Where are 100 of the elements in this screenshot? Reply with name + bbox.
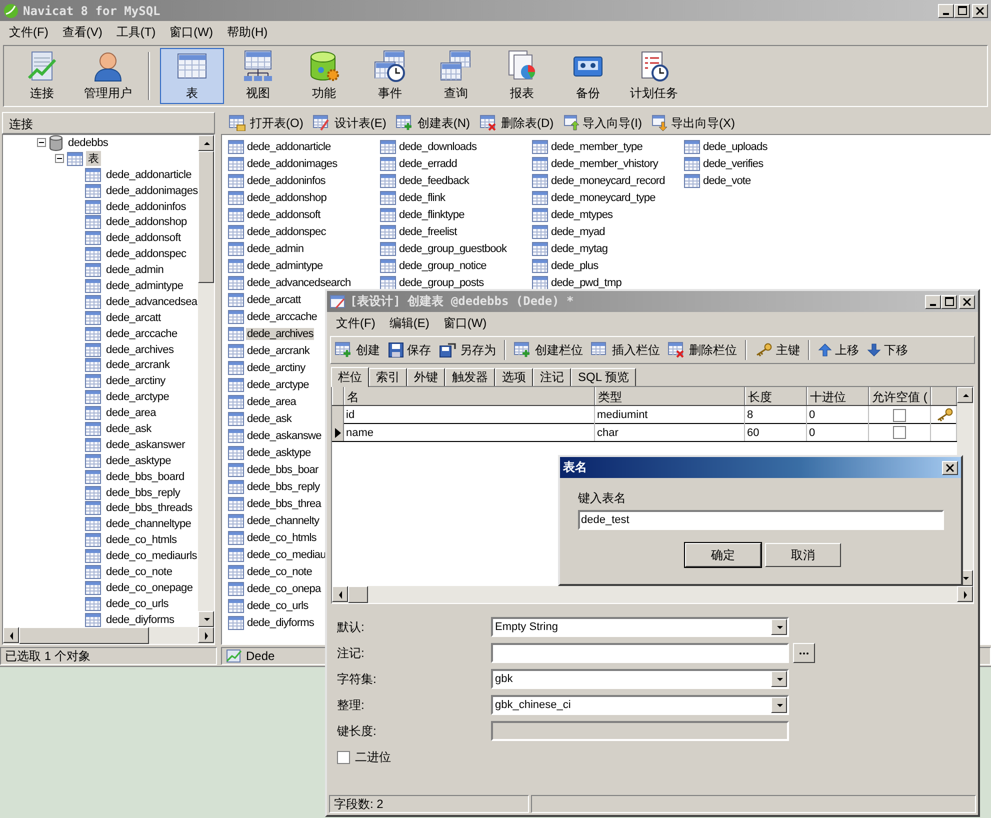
list-item[interactable]: dede_pwd_tmp — [550, 276, 622, 288]
allow-null-checkbox[interactable] — [893, 408, 906, 422]
tree-item[interactable]: dede_addonshop — [104, 216, 189, 228]
toolbar-button[interactable]: 表 — [160, 48, 224, 104]
list-item[interactable]: dede_co_urls — [246, 600, 310, 612]
list-item[interactable]: dede_co_htmls — [246, 532, 318, 544]
menu-item[interactable]: 查看(V) — [55, 24, 110, 40]
tab[interactable]: 索引 — [369, 368, 407, 386]
list-item[interactable]: dede_group_guestbook — [398, 242, 508, 254]
list-item[interactable]: dede_group_notice — [398, 260, 488, 272]
toolbar-button[interactable]: 保存 — [388, 342, 431, 358]
tree-item[interactable]: dede_diyforms — [104, 614, 176, 626]
horizontal-scrollbar[interactable] — [3, 627, 214, 644]
scroll-left-button[interactable] — [3, 627, 19, 643]
list-item[interactable]: dede_asktype — [246, 446, 312, 458]
list-item[interactable]: dede_bbs_threa — [246, 498, 322, 510]
list-item[interactable]: dede_erradd — [398, 158, 458, 170]
toolbar-button[interactable]: 上移 — [818, 342, 859, 358]
list-item[interactable]: dede_arctiny — [246, 362, 306, 374]
list-item[interactable]: dede_channelty — [246, 514, 320, 526]
list-item[interactable]: dede_mtypes — [550, 208, 614, 220]
list-item[interactable]: dede_co_onepa — [246, 582, 322, 594]
tree-item[interactable]: dede_addoninfos — [104, 200, 188, 212]
list-item[interactable]: dede_addonsoft — [246, 208, 322, 220]
dropdown-field[interactable]: gbk — [491, 669, 789, 689]
tree-item[interactable]: dede_bbs_board — [104, 470, 186, 483]
tree-item[interactable]: dede_bbs_reply — [104, 486, 182, 499]
toolbar-button[interactable]: 报表 — [490, 48, 554, 104]
tab[interactable]: 外键 — [407, 368, 445, 386]
toolbar-button[interactable]: 创建栏位 — [514, 342, 583, 358]
menu-item[interactable]: 窗口(W) — [162, 24, 220, 40]
tab[interactable]: 注记 — [533, 368, 571, 386]
tree-item[interactable]: dede_co_note — [104, 566, 174, 578]
list-item[interactable]: dede_moneycard_type — [550, 192, 656, 204]
tree-item[interactable]: dede_addonimages — [104, 184, 198, 197]
list-item[interactable]: dede_area — [246, 396, 298, 408]
list-item[interactable]: dede_advancedsearch — [246, 276, 352, 288]
tree-item[interactable]: dede_archives — [104, 344, 176, 356]
tree-item[interactable]: dede_arctiny — [104, 375, 168, 388]
close-button[interactable] — [959, 294, 975, 308]
list-item[interactable]: dede_vote — [702, 174, 752, 186]
maximize-button[interactable] — [954, 4, 970, 18]
dropdown-field[interactable]: Empty String — [491, 617, 789, 637]
tree-item[interactable]: dede_bbs_threads — [104, 502, 194, 514]
close-button[interactable] — [972, 4, 988, 18]
toolbar-button[interactable]: 插入栏位 — [591, 342, 660, 358]
toolbar-button[interactable]: 删除表(D) — [480, 114, 554, 132]
tree-item[interactable]: dede_asktype — [104, 454, 173, 467]
maximize-button[interactable] — [941, 294, 957, 308]
browse-button[interactable] — [793, 643, 815, 663]
list-item[interactable]: dede_uploads — [702, 140, 768, 152]
list-item[interactable]: dede_addoninfos — [246, 174, 326, 186]
list-item[interactable]: dede_arccache — [246, 310, 318, 322]
tree-item[interactable]: dede_arctype — [104, 391, 172, 404]
toolbar-button[interactable]: 计划任务 — [622, 48, 686, 104]
menu-item[interactable]: 编辑(E) — [382, 314, 436, 332]
tab[interactable]: 触发器 — [445, 368, 495, 386]
toolbar-button[interactable]: 功能 — [292, 48, 356, 104]
list-item[interactable]: dede_member_vhistory — [550, 158, 659, 170]
list-item[interactable]: dede_group_posts — [398, 276, 485, 288]
list-item[interactable]: dede_diyforms — [246, 616, 315, 628]
vertical-scrollbar[interactable] — [198, 135, 214, 627]
tree-item[interactable]: dede_ask — [104, 422, 154, 435]
list-item[interactable]: dede_mytag — [550, 242, 609, 254]
input-field[interactable] — [491, 643, 789, 663]
list-item[interactable]: dede_ask — [246, 412, 293, 424]
column-header[interactable]: 名 — [344, 387, 595, 405]
toolbar-button[interactable]: 另存为 — [439, 342, 496, 358]
tree-item[interactable]: dede_arcrank — [104, 359, 172, 372]
toolbar-button[interactable]: 设计表(E) — [313, 114, 386, 132]
toolbar-button[interactable]: 导出向导(X) — [652, 114, 735, 132]
toolbar-button[interactable]: 备份 — [556, 48, 620, 104]
list-item[interactable]: dede_archives — [246, 328, 314, 340]
tree-item[interactable]: dede_co_mediaurls — [104, 550, 198, 562]
list-item[interactable]: dede_arcatt — [246, 294, 302, 306]
list-item[interactable]: dede_addonshop — [246, 192, 328, 204]
toolbar-button[interactable]: 导入向导(I) — [564, 114, 642, 132]
list-item[interactable]: dede_addonspec — [246, 226, 327, 238]
list-item[interactable]: dede_co_mediau — [246, 548, 327, 560]
column-header[interactable]: 类型 — [595, 387, 745, 405]
toolbar-button[interactable]: 查询 — [424, 48, 488, 104]
list-item[interactable]: dede_addonarticle — [246, 140, 332, 152]
column-header[interactable]: 十进位 — [807, 387, 869, 405]
list-item[interactable]: dede_addonimages — [246, 158, 338, 170]
list-item[interactable]: dede_myad — [550, 226, 606, 238]
scroll-thumb[interactable] — [198, 151, 214, 283]
toolbar-button[interactable]: 创建表(N) — [396, 114, 470, 132]
column-header[interactable]: 允许空值 ( — [869, 387, 931, 405]
tree-item[interactable]: dede_co_urls — [104, 598, 170, 610]
list-item[interactable]: dede_downloads — [398, 140, 478, 152]
tree-item[interactable]: dede_askanswer — [104, 438, 187, 451]
list-item[interactable]: dede_arcrank — [246, 344, 310, 356]
minimize-button[interactable] — [925, 294, 941, 308]
toolbar-button[interactable]: 主键 — [755, 342, 800, 358]
row-marker[interactable] — [332, 424, 344, 441]
tree-item[interactable]: dede_arcatt — [104, 312, 163, 324]
toolbar-button[interactable]: 打开表(O) — [229, 114, 304, 132]
menu-item[interactable]: 文件(F) — [2, 24, 56, 40]
input-field[interactable] — [491, 721, 789, 741]
scroll-right-button[interactable] — [198, 627, 214, 643]
